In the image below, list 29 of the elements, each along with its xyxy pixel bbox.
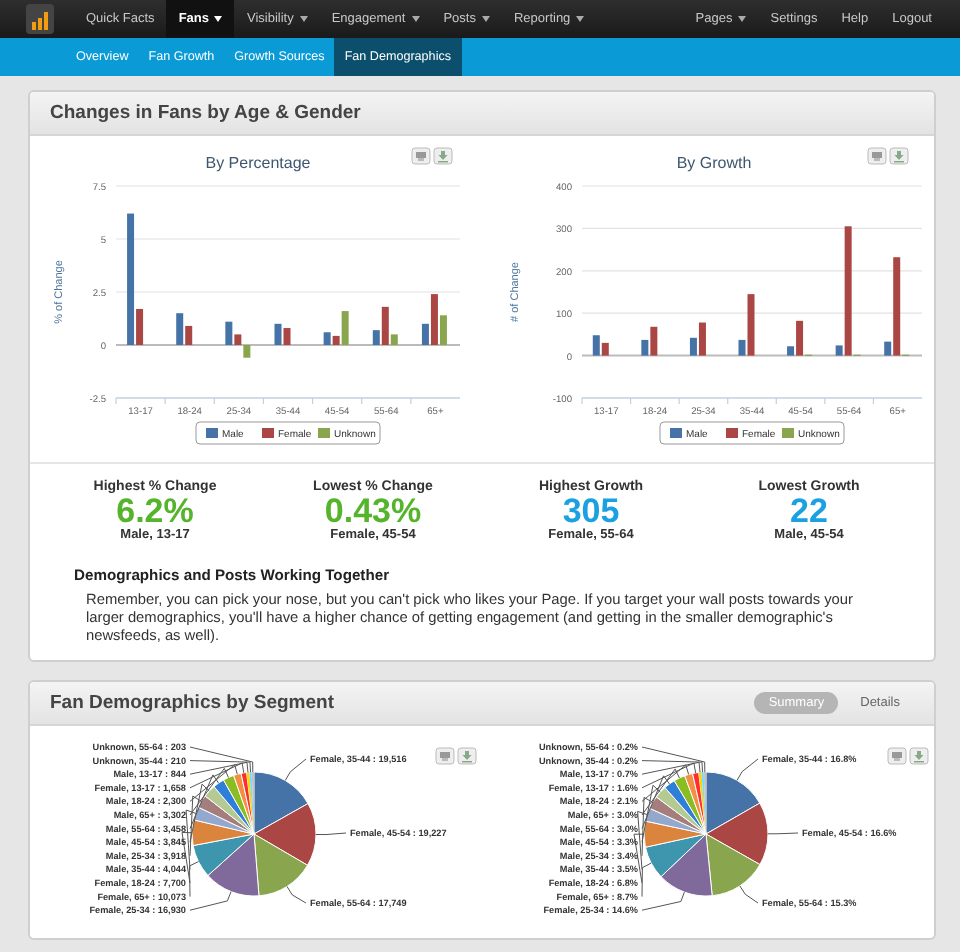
caret-icon bbox=[481, 16, 490, 22]
print-button[interactable] bbox=[867, 147, 887, 165]
download-button[interactable] bbox=[433, 147, 453, 165]
print-button[interactable] bbox=[411, 147, 431, 165]
print-button[interactable] bbox=[435, 747, 455, 765]
stat-value: 305 bbox=[562, 494, 620, 528]
leader-line bbox=[286, 886, 307, 904]
caret-icon bbox=[299, 16, 308, 22]
download-button[interactable] bbox=[889, 147, 909, 165]
leader-line bbox=[735, 758, 758, 781]
leader-line bbox=[284, 758, 307, 781]
stat-value: 6.2% bbox=[116, 494, 194, 528]
logo-icon[interactable] bbox=[26, 4, 54, 34]
leader-line bbox=[738, 885, 758, 904]
panel-title: Fan Demographics by Segment bbox=[50, 692, 335, 714]
caret-icon bbox=[738, 16, 747, 22]
download-button[interactable] bbox=[457, 747, 477, 765]
chart-title: By Percentage bbox=[205, 154, 311, 172]
leader-line bbox=[315, 832, 347, 836]
chart-title: By Growth bbox=[676, 154, 752, 172]
leader-line bbox=[766, 832, 798, 835]
stat-value: 22 bbox=[790, 494, 828, 528]
caret-icon bbox=[214, 16, 223, 22]
caret-icon bbox=[576, 16, 585, 22]
print-button[interactable] bbox=[886, 747, 906, 765]
caret-icon bbox=[411, 16, 420, 22]
panel-title: Changes in Fans by Age & Gender bbox=[50, 102, 361, 124]
stat-value: 0.43% bbox=[324, 494, 422, 528]
download-button[interactable] bbox=[908, 747, 928, 765]
